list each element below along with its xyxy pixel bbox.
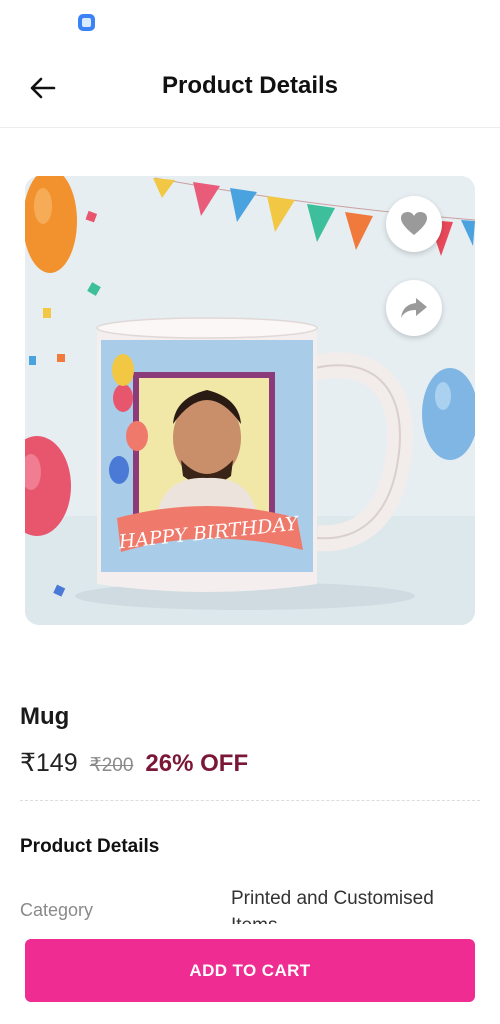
- product-name: Mug: [20, 703, 70, 730]
- notification-icon: [78, 14, 95, 31]
- details-heading: Product Details: [20, 836, 160, 857]
- discount-badge: 26% OFF: [145, 750, 249, 777]
- detail-label-category: Category: [20, 900, 94, 920]
- bottom-action-bar: ADD TO CART: [0, 924, 500, 1024]
- favorite-button[interactable]: [386, 196, 442, 252]
- heart-icon: [401, 212, 427, 235]
- status-bar: [0, 0, 500, 44]
- share-button[interactable]: [386, 280, 442, 336]
- page-title: Product Details: [161, 72, 339, 99]
- add-to-cart-button[interactable]: ADD TO CART: [25, 939, 475, 1002]
- app-bar: Product Details: [0, 50, 500, 128]
- divider: [20, 800, 480, 801]
- share-icon: [401, 298, 427, 318]
- selling-price: ₹149: [20, 749, 78, 777]
- original-price: ₹200: [89, 755, 134, 776]
- price-row: ₹149 ₹200 26% OFF: [20, 748, 248, 778]
- product-image[interactable]: HAPPY BIRTHDAY: [25, 176, 475, 625]
